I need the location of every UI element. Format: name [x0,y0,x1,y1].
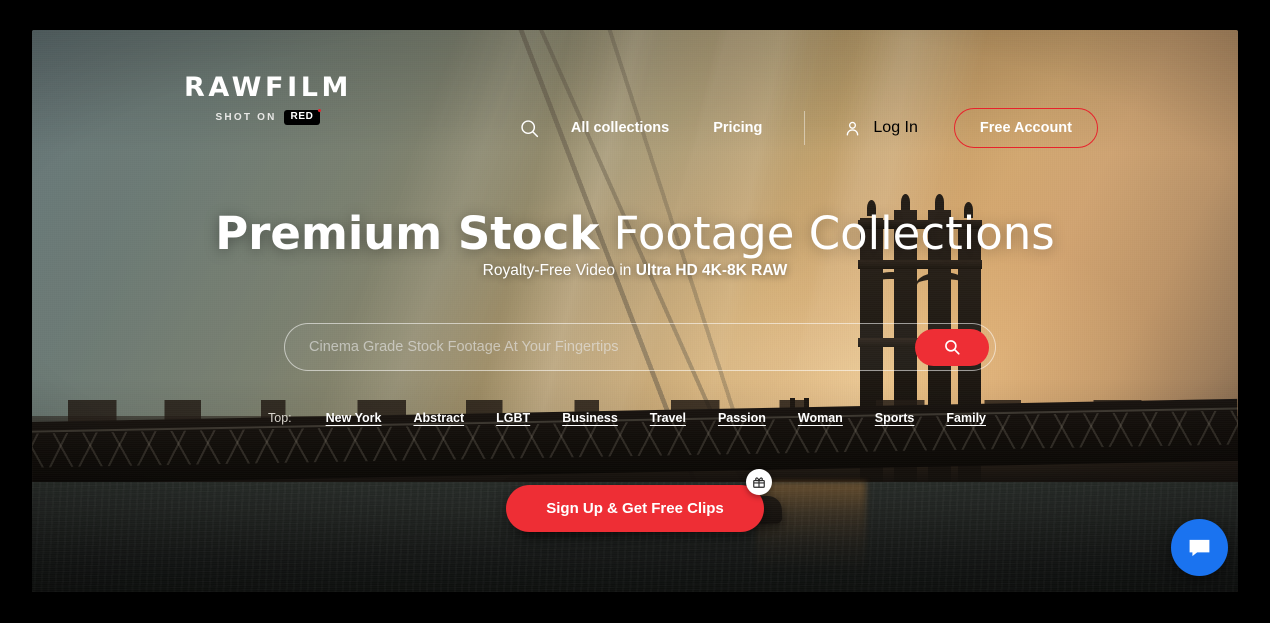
chat-bubble-icon [1189,539,1210,557]
hero-section: RAWFILM SHOT ON RED All collections Pric… [32,30,1238,592]
search-icon [945,340,960,355]
free-account-button[interactable]: Free Account [953,108,1098,148]
cta-container: Sign Up & Get Free Clips [32,469,1238,532]
logo-tagline: SHOT ON [215,112,277,123]
headline-bold: Premium Stock [215,207,600,260]
headline-light: Footage Collections [599,207,1055,260]
nav-link-pricing[interactable]: Pricing [711,114,764,142]
logo-wordmark: RAWFILM [183,72,353,103]
tag-link-passion[interactable]: Passion [718,411,766,425]
red-camera-badge: RED [283,109,322,125]
tag-link-woman[interactable]: Woman [798,411,843,425]
chat-widget-button[interactable] [1171,519,1228,576]
tag-link-new-york[interactable]: New York [326,411,382,425]
person-icon [847,121,859,136]
subtitle-bold: Ultra HD 4K-8K RAW [635,262,788,279]
tag-link-family[interactable]: Family [946,411,986,425]
page-subtitle: Royalty-Free Video in Ultra HD 4K-8K RAW [32,262,1238,280]
tag-link-travel[interactable]: Travel [650,411,686,425]
top-tags-row: Top: New York Abstract LGBT Business Tra… [32,411,1238,425]
tag-link-sports[interactable]: Sports [875,411,915,425]
site-logo[interactable]: RAWFILM SHOT ON RED [178,74,358,125]
login-label: Log In [873,119,918,136]
login-button[interactable]: Log In [843,119,918,138]
search-icon [521,119,539,137]
browser-frame: RAWFILM SHOT ON RED All collections Pric… [0,0,1270,623]
top-tags-label: Top: [268,411,292,425]
search-submit-button[interactable] [915,328,989,366]
gift-icon [752,477,765,488]
gift-badge [745,469,772,495]
tag-link-business[interactable]: Business [562,411,618,425]
nav-divider [804,111,806,145]
nav-link-all-collections[interactable]: All collections [569,114,671,142]
main-navigation: All collections Pricing Log In Free Acco… [513,108,1098,148]
nav-search-button[interactable] [513,111,547,145]
search-input[interactable] [285,339,915,355]
hero-search-bar [284,323,996,371]
tag-link-abstract[interactable]: Abstract [413,411,464,425]
cta-label: Sign Up & Get Free Clips [546,500,724,517]
page-title: Premium Stock Footage Collections [32,208,1238,260]
signup-free-clips-button[interactable]: Sign Up & Get Free Clips [506,469,772,532]
tag-link-lgbt[interactable]: LGBT [496,411,530,425]
subtitle-regular: Royalty-Free Video in [482,262,636,279]
